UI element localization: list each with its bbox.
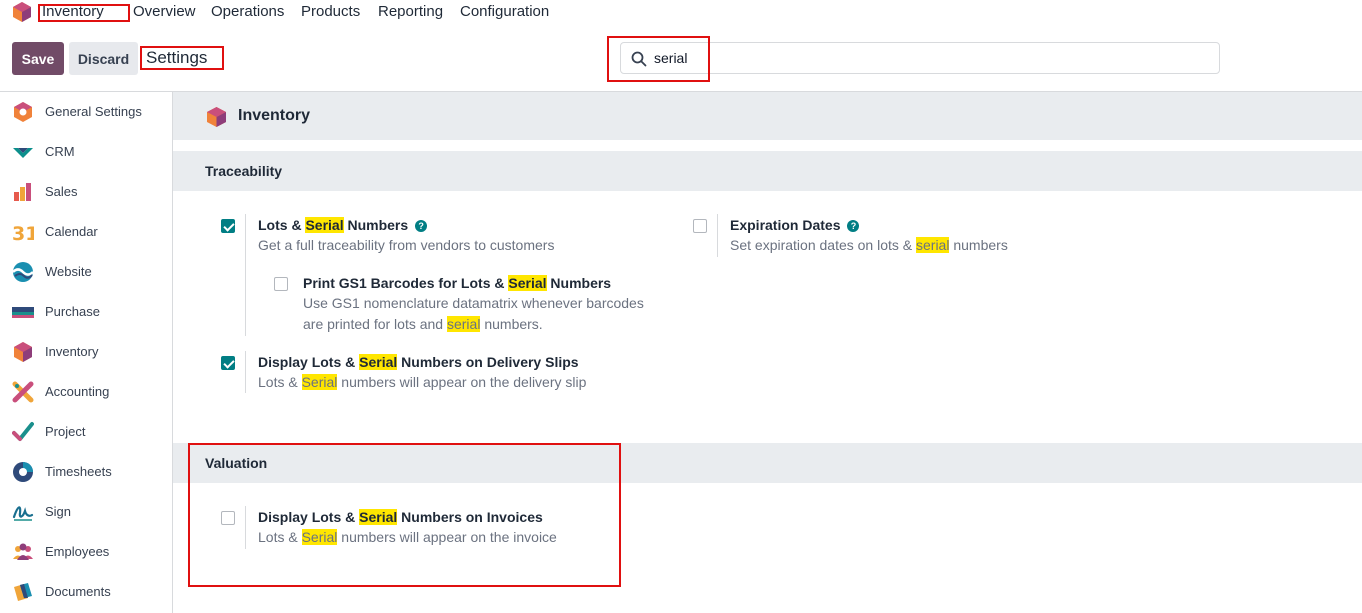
timesheets-icon [13,462,33,482]
delivery-slips-description: Lots & Serial numbers will appear on the… [258,374,587,390]
accounting-icon [12,381,34,403]
sidebar-item-sales[interactable]: Sales [0,172,172,212]
crm-icon [13,148,33,158]
sidebar-item-inventory[interactable]: Inventory [0,332,172,372]
sidebar-item-label: General Settings [45,104,142,119]
sidebar-item-documents[interactable]: Documents [0,572,172,612]
calendar-icon: 31 [12,223,34,243]
setting-divider [717,214,718,257]
gs1-barcodes-description-line1: Use GS1 nomenclature datamatrix whenever… [303,295,644,311]
expiration-dates-title: Expiration Dates? [730,217,860,233]
purchase-icon [12,307,34,318]
expiration-dates-description: Set expiration dates on lots & serial nu… [730,237,1008,253]
gs1-barcodes-checkbox[interactable] [274,277,288,291]
setting-divider [245,214,246,336]
menu-products[interactable]: Products [301,3,360,20]
sales-icon [14,183,31,201]
help-icon[interactable]: ? [847,220,860,232]
annotation-box-app-name [38,4,130,22]
app-settings-title: Inventory [238,107,311,124]
inventory-icon [207,107,226,127]
annotation-box-search [607,36,710,82]
general-settings-icon [14,102,32,122]
lots-serial-checkbox[interactable] [221,219,235,233]
sidebar-item-accounting[interactable]: Accounting [0,372,172,412]
inventory-icon [14,342,32,362]
sidebar-item-label: CRM [45,144,75,159]
website-icon [12,262,34,282]
lots-serial-title: Lots & Serial Numbers? [258,217,428,233]
traceability-section-header: Traceability [173,151,1362,191]
sidebar-item-label: Inventory [45,344,99,359]
sidebar-item-label: Purchase [45,304,100,319]
project-icon [12,422,34,441]
sidebar-item-label: Employees [45,544,110,559]
search-bar[interactable]: serial [620,42,1220,74]
save-button[interactable]: Save [12,42,64,75]
setting-divider [245,351,246,393]
menu-reporting[interactable]: Reporting [378,3,443,20]
documents-icon [14,583,32,601]
help-icon[interactable]: ? [415,220,428,232]
sidebar-item-label: Website [45,264,92,279]
sidebar-item-crm[interactable]: CRM [0,132,172,172]
section-title: Traceability [205,163,283,179]
sidebar-item-label: Calendar [45,224,98,239]
menu-configuration[interactable]: Configuration [460,3,549,20]
lots-serial-description: Get a full traceability from vendors to … [258,237,555,253]
sidebar-item-label: Sign [45,504,72,519]
sidebar-item-purchase[interactable]: Purchase [0,292,172,332]
sidebar-item-calendar[interactable]: 31 Calendar [0,212,172,252]
sidebar-item-employees[interactable]: Employees [0,532,172,572]
sidebar-item-label: Accounting [45,384,110,399]
menu-operations[interactable]: Operations [211,3,284,20]
app-settings-header: Inventory [173,92,1362,140]
sidebar-item-timesheets[interactable]: Timesheets [0,452,172,492]
inventory-app-icon[interactable] [13,2,31,22]
gs1-barcodes-title: Print GS1 Barcodes for Lots & Serial Num… [303,275,612,291]
sidebar-item-label: Timesheets [45,464,112,479]
settings-sidebar: General Settings CRM Sales 31 Calendar W… [0,92,173,613]
sidebar-item-general-settings[interactable]: General Settings [0,92,172,132]
sign-icon [12,506,34,521]
expiration-dates-checkbox[interactable] [693,219,707,233]
annotation-box-breadcrumb [140,46,224,70]
menu-overview[interactable]: Overview [133,3,196,20]
delivery-slips-title: Display Lots & Serial Numbers on Deliver… [258,354,579,370]
sidebar-item-project[interactable]: Project [0,412,172,452]
annotation-box-valuation [188,443,621,587]
employees-icon [13,543,33,560]
discard-button[interactable]: Discard [69,42,138,75]
sidebar-item-website[interactable]: Website [0,252,172,292]
gs1-barcodes-description-line2: are printed for lots and serial numbers. [303,316,543,332]
sidebar-item-label: Documents [45,584,111,599]
sidebar-item-sign[interactable]: Sign [0,492,172,532]
sidebar-item-label: Project [45,424,86,439]
top-navbar: Inventory Overview Operations Products R… [0,0,1362,24]
delivery-slips-checkbox[interactable] [221,356,235,370]
sidebar-item-label: Sales [45,184,78,199]
calendar-icon-glyph: 31 [12,223,34,243]
